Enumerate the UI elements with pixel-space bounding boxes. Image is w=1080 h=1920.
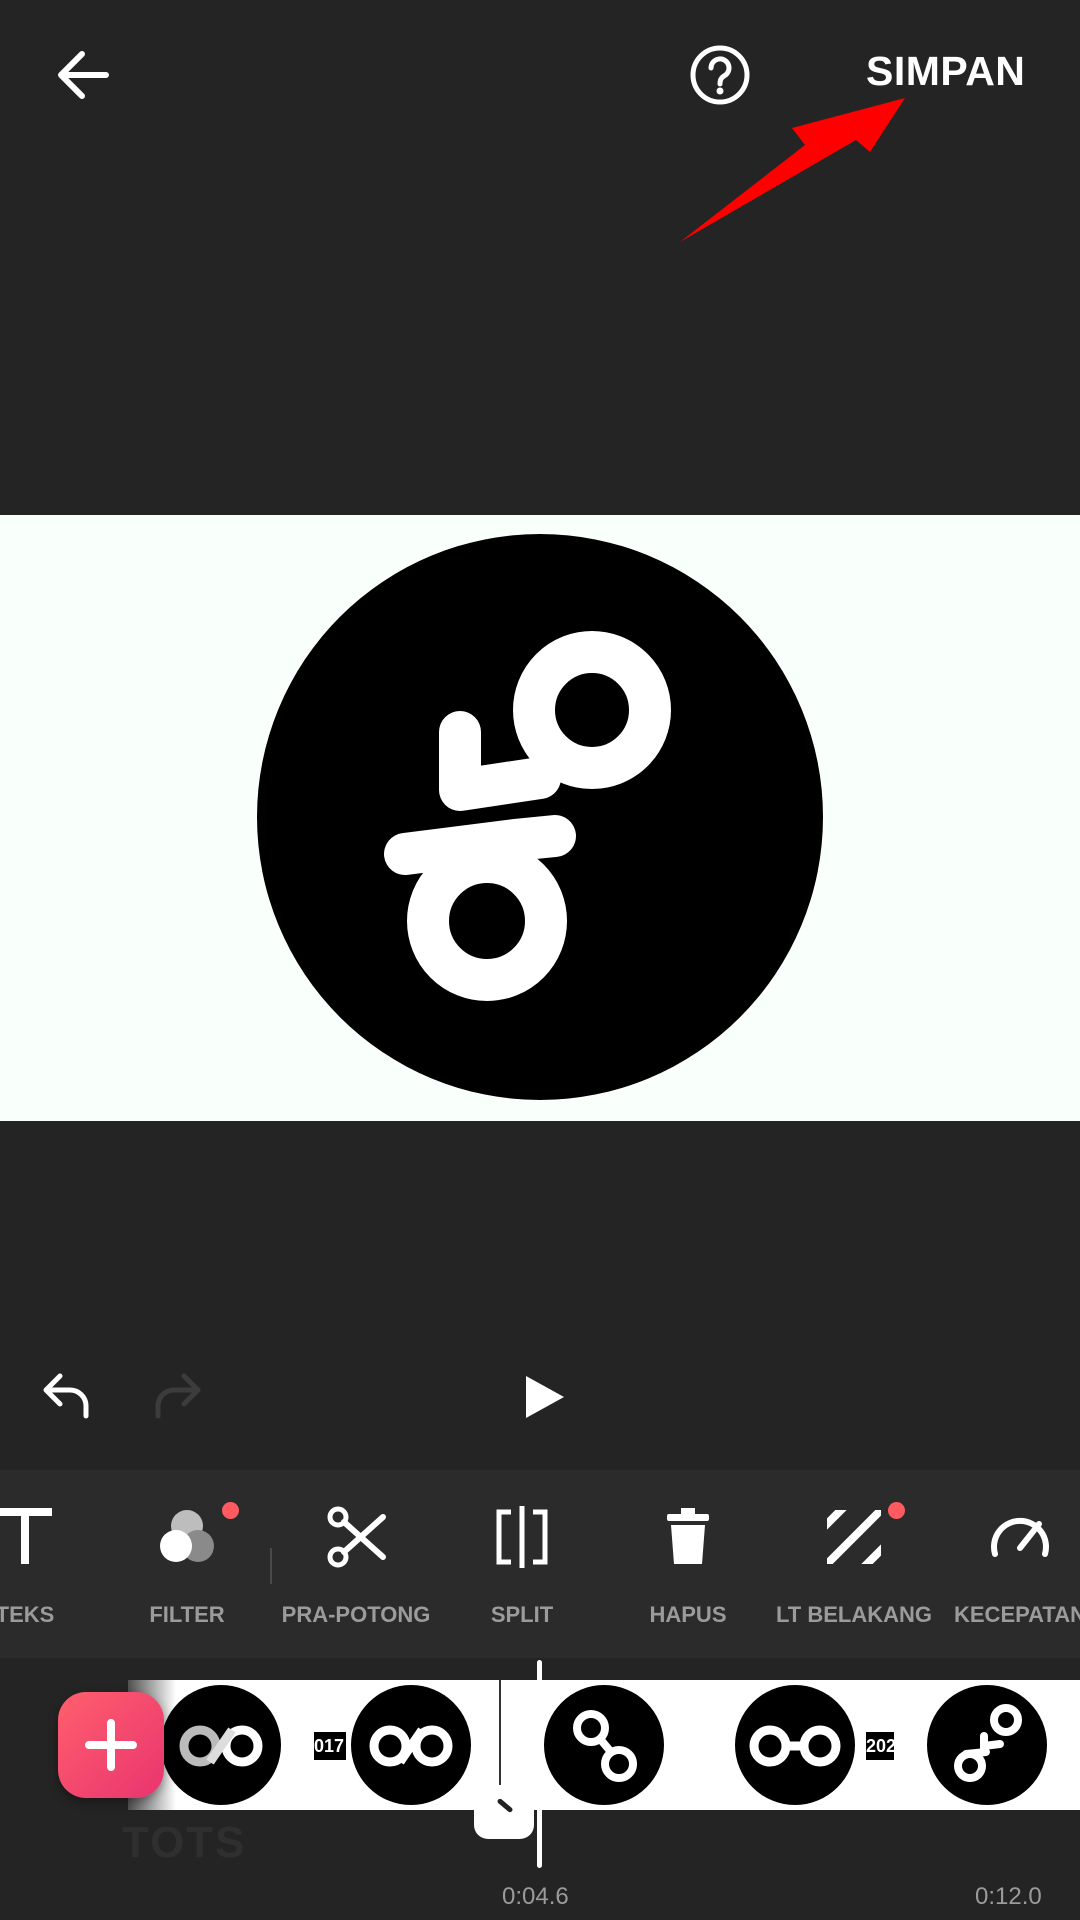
trash-icon: [667, 1508, 709, 1564]
ghost-text: TOTS: [122, 1818, 247, 1867]
background-stripes-icon: [827, 1510, 881, 1564]
current-time: 0:04.6: [502, 1883, 569, 1910]
trim-handle[interactable]: [474, 1785, 534, 1839]
clip-tag: 202: [866, 1732, 894, 1760]
tool-label: LT BELAKANG: [775, 1602, 933, 1627]
split-icon: [496, 1506, 548, 1568]
scissors-icon: [327, 1506, 386, 1568]
tool-lt-belakang[interactable]: LT BELAKANG: [769, 1470, 939, 1658]
clip-thumbnail[interactable]: [160, 1684, 282, 1806]
undo-icon[interactable]: [40, 1370, 96, 1420]
total-time: 0:12.0: [975, 1883, 1042, 1910]
tool-label: PRA-POTONG: [281, 1602, 431, 1627]
tool-label: SPLIT: [490, 1602, 554, 1627]
annotation-arrow: [680, 98, 905, 242]
tool-label: KECEPATAN: [954, 1602, 1080, 1627]
clip-thumbnail[interactable]: [543, 1684, 665, 1806]
clip-thumbnail[interactable]: [926, 1684, 1048, 1806]
tool-label: FILTER: [149, 1602, 225, 1627]
toolbar-divider: [270, 1548, 272, 1584]
tool-split[interactable]: SPLIT: [437, 1470, 607, 1658]
save-button[interactable]: SIMPAN: [866, 48, 1025, 95]
add-clip-button[interactable]: [58, 1692, 164, 1798]
playhead[interactable]: [537, 1660, 542, 1868]
redo-icon[interactable]: [148, 1370, 204, 1420]
tool-label: TEKS: [0, 1602, 55, 1627]
clip-tag: 017: [314, 1732, 346, 1760]
plus-icon: [85, 1719, 137, 1771]
back-arrow-icon[interactable]: [50, 40, 120, 110]
tool-kecepatan[interactable]: KECEPATAN: [935, 1470, 1080, 1658]
new-badge-dot: [888, 1502, 905, 1519]
text-icon: [0, 1508, 52, 1564]
tool-teks[interactable]: TEKS: [0, 1470, 110, 1658]
logo-image: [257, 534, 823, 1100]
tool-hapus[interactable]: HAPUS: [603, 1470, 773, 1658]
new-badge-dot: [222, 1502, 239, 1519]
tool-pra-potong[interactable]: PRA-POTONG: [271, 1470, 441, 1658]
speedometer-icon: [991, 1517, 1049, 1557]
tool-filter[interactable]: FILTER: [102, 1470, 272, 1658]
tool-strip: TEKS FILTER PRA-POTONG SPLIT HAPUS LT BE…: [0, 1470, 1080, 1658]
filter-icon: [160, 1510, 214, 1562]
clip-thumbnail[interactable]: [350, 1684, 472, 1806]
clip-thumbnail[interactable]: [734, 1684, 856, 1806]
play-icon[interactable]: [522, 1372, 568, 1422]
tool-label: HAPUS: [649, 1602, 727, 1627]
